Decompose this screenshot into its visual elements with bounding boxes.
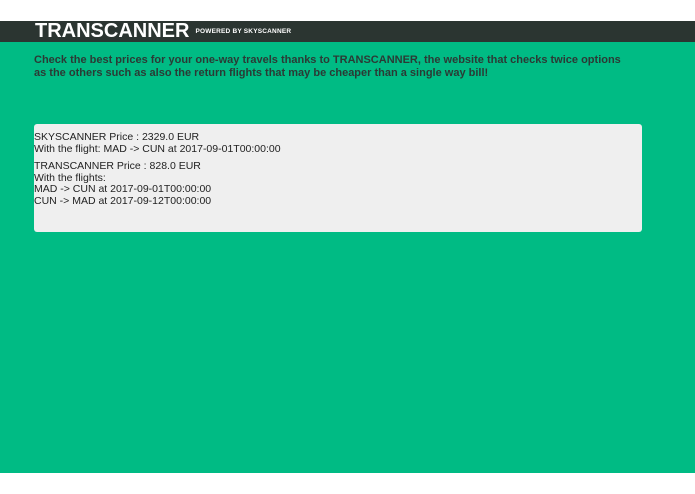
main-content	[0, 42, 695, 473]
transcanner-price: TRANSCANNER Price : 828.0 EUR	[34, 160, 201, 172]
site-logo[interactable]: TRANSCANNER	[35, 21, 189, 42]
bottom-margin	[0, 473, 695, 494]
skyscanner-flight: With the flight: MAD -> CUN at 2017-09-0…	[34, 142, 281, 155]
powered-by-text: POWERED BY SKYSCANNER	[195, 28, 292, 35]
flight-item: CUN -> MAD at 2017-09-12T00:00:00	[34, 194, 212, 207]
site-header: TRANSCANNER POWERED BY SKYSCANNER	[0, 21, 695, 42]
results-panel: SKYSCANNER Price : 2329.0 EUR With the f…	[34, 124, 642, 232]
intro-text: Check the best prices for your one-way t…	[34, 54, 621, 79]
top-margin	[0, 0, 695, 21]
skyscanner-price: SKYSCANNER Price : 2329.0 EUR	[34, 131, 200, 143]
flight-item: MAD -> CUN at 2017-09-01T00:00:00	[34, 183, 212, 195]
